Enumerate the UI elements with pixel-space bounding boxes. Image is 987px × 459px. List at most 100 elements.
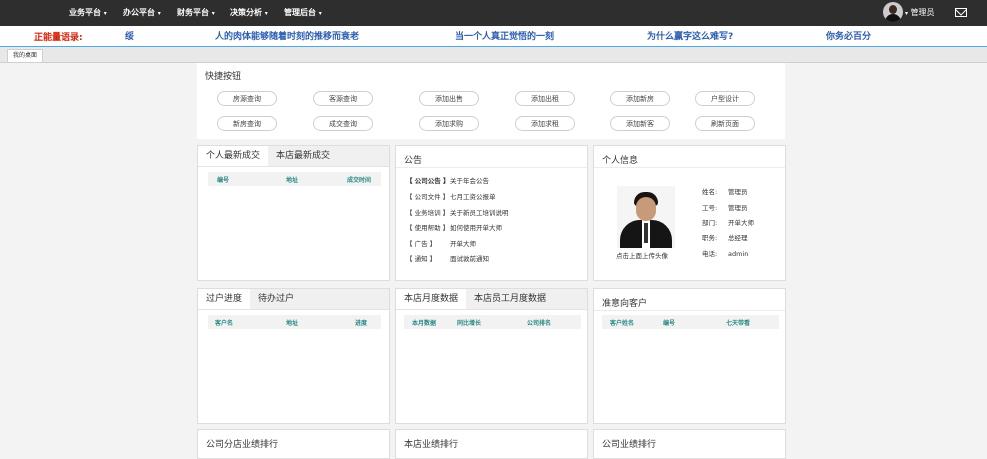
- notice-text: 面试敦前通知: [450, 255, 489, 263]
- nav-decision-analysis[interactable]: 决策分析 ▾: [230, 7, 268, 18]
- latest-deals-panel: 个人最新成交 本店最新成交 编号 地址 成交时间: [197, 145, 390, 281]
- ticker-item: 当一个人真正觉悟的一刻: [455, 32, 555, 42]
- column-header: 成交时间: [347, 177, 372, 184]
- table-header: 本月数据 同比增长 公司排名: [404, 315, 581, 329]
- ticker-item: 绥: [125, 32, 135, 42]
- quick-button[interactable]: 添加求租: [515, 116, 575, 131]
- ticker-label: 正能量语录:: [34, 33, 83, 43]
- nav-finance-platform[interactable]: 财务平台 ▾: [177, 7, 215, 18]
- company-ranking-title: 公司业绩排行: [602, 440, 657, 450]
- notice-text: 开单大师: [450, 240, 476, 248]
- tab-store-monthly[interactable]: 本店月度数据: [396, 289, 467, 309]
- quick-button[interactable]: 房源查询: [217, 91, 277, 106]
- quick-button[interactable]: 新房查询: [217, 116, 277, 131]
- quick-button[interactable]: 添加出售: [419, 91, 479, 106]
- store-ranking-title: 本店业绩排行: [404, 440, 459, 450]
- upload-avatar-hint[interactable]: 点击上面上传头像: [616, 250, 668, 260]
- avatar[interactable]: [883, 2, 903, 22]
- quick-button[interactable]: 成交查询: [313, 116, 373, 131]
- profile-photo[interactable]: [617, 186, 675, 248]
- nav-label: 财务平台: [177, 8, 209, 17]
- nav-label: 业务平台: [69, 8, 101, 17]
- table-header: 编号 地址 成交时间: [208, 172, 381, 186]
- tab-store-deals[interactable]: 本店最新成交: [268, 146, 339, 166]
- tab-pending-transfer[interactable]: 待办过户: [250, 289, 303, 309]
- quick-button[interactable]: 添加新客: [610, 116, 670, 131]
- notice-title: 公告: [404, 156, 423, 166]
- column-header: 公司排名: [527, 320, 552, 327]
- notice-text: 关于年会公告: [450, 177, 489, 185]
- ticker-item: 为什么赢字这么难写?: [647, 32, 734, 42]
- ticker-item: 人的肉体能够随着时刻的推移而衰老: [215, 32, 360, 42]
- notice-text: 关于新员工培训说明: [450, 209, 509, 217]
- quick-buttons-panel: 快捷按钮 房源查询 客源查询 添加出售 添加出租 添加新房 户型设计 新房查询 …: [197, 63, 785, 139]
- branch-ranking-panel: 公司分店业绩排行: [197, 429, 390, 459]
- info-row-position: 职务: 总经理: [702, 232, 748, 242]
- mail-icon[interactable]: [955, 8, 967, 17]
- quick-button[interactable]: 刷新页面: [695, 116, 755, 131]
- notice-item[interactable]: 【 公司公告 】关于年会公告: [406, 175, 489, 185]
- notice-text: 七月工资公报单: [450, 193, 496, 201]
- quick-button[interactable]: 客源查询: [313, 91, 373, 106]
- nav-business-platform[interactable]: 业务平台 ▾: [69, 7, 107, 18]
- column-header: 客户名: [215, 320, 234, 327]
- quick-button[interactable]: 添加出租: [515, 91, 575, 106]
- tab-my-desktop[interactable]: 我的桌面: [7, 49, 44, 62]
- chevron-down-icon: ▾: [905, 10, 909, 17]
- prospects-panel: 准意向客户 客户姓名 编号 七天带看: [593, 288, 786, 424]
- info-value: 开单大师: [728, 219, 754, 227]
- column-header: 编号: [217, 177, 230, 184]
- info-value: 总经理: [728, 234, 748, 242]
- tab-transfer-progress[interactable]: 过户进度: [198, 289, 251, 309]
- column-header: 地址: [286, 177, 299, 184]
- quick-button[interactable]: 户型设计: [695, 91, 755, 106]
- tab-personal-deals[interactable]: 个人最新成交: [198, 146, 269, 166]
- info-key: 姓名:: [702, 188, 718, 196]
- chevron-down-icon: ▾: [264, 10, 268, 17]
- quick-button[interactable]: 添加新房: [610, 91, 670, 106]
- page-tabs: 我的桌面: [0, 47, 987, 63]
- nav-admin-backend[interactable]: 管理后台 ▾: [284, 7, 322, 18]
- notice-panel: 公告 【 公司公告 】关于年会公告 【 公司文件 】七月工资公报单 【 业务培训…: [395, 145, 588, 281]
- user-menu[interactable]: ▾ 管理员: [905, 7, 935, 18]
- personal-info-title: 个人信息: [602, 156, 639, 166]
- company-ranking-panel: 公司业绩排行: [593, 429, 786, 459]
- column-header: 地址: [286, 320, 299, 327]
- info-value: 管理员: [728, 204, 748, 212]
- transfer-panel: 过户进度 待办过户 客户名 地址 进度: [197, 288, 390, 424]
- column-header: 本月数据: [412, 320, 437, 327]
- table-header: 客户姓名 编号 七天带看: [602, 315, 779, 329]
- notice-tag: 【 业务培训 】: [406, 209, 450, 217]
- chevron-down-icon: ▾: [157, 10, 161, 17]
- user-name: 管理员: [910, 8, 935, 17]
- quick-button[interactable]: 添加求购: [419, 116, 479, 131]
- prospects-title: 准意向客户: [602, 299, 648, 309]
- nav-label: 管理后台: [284, 8, 316, 17]
- notice-item[interactable]: 【 通知 】 面试敦前通知: [406, 253, 489, 263]
- info-value: admin: [728, 250, 749, 258]
- info-row-phone: 电话: admin: [702, 248, 748, 258]
- tab-staff-monthly[interactable]: 本店员工月度数据: [466, 289, 555, 309]
- chevron-down-icon: ▾: [318, 10, 322, 17]
- notice-tag: 【 广告 】: [406, 240, 437, 248]
- ticker-item: 你务必百分: [826, 32, 872, 42]
- nav-label: 决策分析: [230, 8, 262, 17]
- notice-text: 如何使用开单大师: [450, 224, 502, 232]
- column-header: 编号: [663, 320, 676, 327]
- quick-buttons-title: 快捷按钮: [205, 72, 242, 82]
- nav-office-platform[interactable]: 办公平台 ▾: [123, 7, 161, 18]
- notice-tag: 【 公司文件 】: [406, 193, 450, 201]
- notice-item[interactable]: 【 公司文件 】七月工资公报单: [406, 191, 496, 201]
- notice-tag: 【 公司公告 】: [406, 177, 450, 185]
- ticker-bar: 正能量语录: 绥 人的肉体能够随着时刻的推移而衰老 当一个人真正觉悟的一刻 为什…: [0, 26, 987, 47]
- branch-ranking-title: 公司分店业绩排行: [206, 440, 279, 450]
- info-value: 管理员: [728, 188, 748, 196]
- notice-tag: 【 通知 】: [406, 255, 437, 263]
- chevron-down-icon: ▾: [211, 10, 215, 17]
- personal-info-panel: 个人信息 点击上面上传头像 姓名: 管理员 工号: 管理员 部门: 开单大师 职务: 总…: [593, 145, 786, 281]
- notice-item[interactable]: 【 业务培训 】关于新员工培训说明: [406, 207, 509, 217]
- notice-tag: 【 使用帮助 】: [406, 224, 450, 232]
- notice-item[interactable]: 【 使用帮助 】如何使用开单大师: [406, 222, 502, 232]
- notice-item[interactable]: 【 广告 】 开单大师: [406, 238, 476, 248]
- column-header: 七天带看: [726, 320, 751, 327]
